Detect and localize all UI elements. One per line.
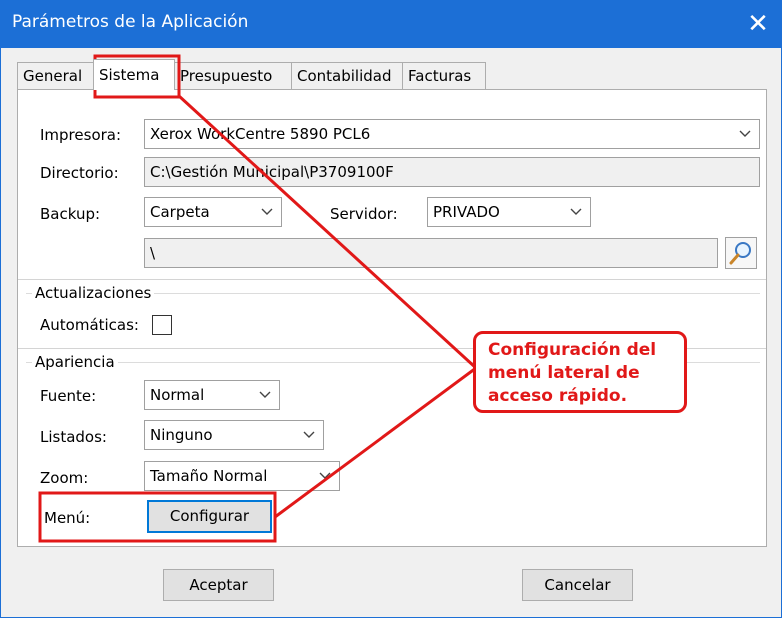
- servidor-value: PRIVADO: [433, 203, 500, 221]
- chevron-down-icon: [303, 431, 315, 438]
- configurar-label: Configurar: [169, 507, 250, 525]
- listados-value: Ninguno: [150, 426, 213, 444]
- tab-label: Facturas: [408, 67, 472, 85]
- annotation-line: acceso rápido.: [488, 386, 628, 406]
- magnifier-icon: [729, 242, 751, 265]
- annotation-line: Configuración del: [488, 340, 657, 360]
- tab-label: Sistema: [99, 66, 160, 84]
- backup-value: Carpeta: [150, 203, 210, 221]
- annotation-line: menú lateral de: [488, 363, 640, 383]
- directorio-label: Directorio:: [40, 164, 119, 182]
- tab-contabilidad[interactable]: Contabilidad: [291, 62, 403, 89]
- title-bar: Parámetros de la Aplicación ✕: [0, 0, 782, 48]
- menu-label: Menú:: [44, 509, 91, 527]
- tab-general[interactable]: General: [17, 62, 94, 89]
- chevron-down-icon: [261, 208, 273, 215]
- automaticas-label: Automáticas:: [40, 316, 139, 334]
- impresora-label: Impresora:: [40, 126, 122, 144]
- accept-button[interactable]: Aceptar: [163, 569, 274, 601]
- directorio-field[interactable]: C:\Gestión Municipal\P3709100F: [144, 157, 760, 187]
- servidor-label: Servidor:: [330, 205, 398, 223]
- backup-path-value: \: [150, 244, 156, 262]
- close-icon[interactable]: ✕: [742, 8, 774, 40]
- fuente-value: Normal: [150, 386, 205, 404]
- actualizaciones-title: Actualizaciones: [32, 284, 155, 302]
- backup-select[interactable]: Carpeta: [144, 197, 282, 227]
- zoom-value: Tamaño Normal: [150, 467, 268, 485]
- automaticas-checkbox[interactable]: [152, 315, 172, 335]
- chevron-down-icon: [570, 208, 582, 215]
- impresora-value: Xerox WorkCentre 5890 PCL6: [150, 125, 371, 143]
- listados-label: Listados:: [40, 428, 107, 446]
- configurar-button[interactable]: Configurar: [147, 500, 272, 533]
- directorio-value: C:\Gestión Municipal\P3709100F: [150, 163, 394, 181]
- chevron-down-icon: [259, 391, 271, 398]
- listados-select[interactable]: Ninguno: [144, 420, 324, 450]
- annotation-callout: Configuración del menú lateral de acceso…: [473, 331, 687, 413]
- tab-label: Contabilidad: [297, 67, 392, 85]
- tab-facturas[interactable]: Facturas: [402, 62, 486, 89]
- separator: [18, 279, 766, 280]
- fuente-label: Fuente:: [40, 387, 97, 405]
- backup-path-field[interactable]: \: [144, 238, 718, 268]
- cancel-label: Cancelar: [544, 576, 611, 594]
- sistema-panel: Impresora: Xerox WorkCentre 5890 PCL6 Di…: [17, 89, 767, 547]
- tab-label: General: [23, 67, 83, 85]
- impresora-select[interactable]: Xerox WorkCentre 5890 PCL6: [144, 119, 760, 149]
- accept-label: Aceptar: [189, 576, 248, 594]
- chevron-down-icon: [739, 130, 751, 137]
- tab-label: Presupuesto: [180, 67, 273, 85]
- zoom-select[interactable]: Tamaño Normal: [144, 461, 340, 491]
- window-title: Parámetros de la Aplicación: [12, 12, 249, 32]
- tab-sistema[interactable]: Sistema: [93, 59, 175, 90]
- browse-button[interactable]: [725, 237, 757, 269]
- chevron-down-icon: [319, 472, 331, 479]
- fuente-select[interactable]: Normal: [144, 380, 280, 410]
- servidor-select[interactable]: PRIVADO: [427, 197, 591, 227]
- zoom-label: Zoom:: [40, 469, 89, 487]
- apariencia-title: Apariencia: [32, 353, 118, 371]
- cancel-button[interactable]: Cancelar: [522, 569, 633, 601]
- backup-label: Backup:: [40, 205, 101, 223]
- tab-presupuesto[interactable]: Presupuesto: [174, 62, 292, 89]
